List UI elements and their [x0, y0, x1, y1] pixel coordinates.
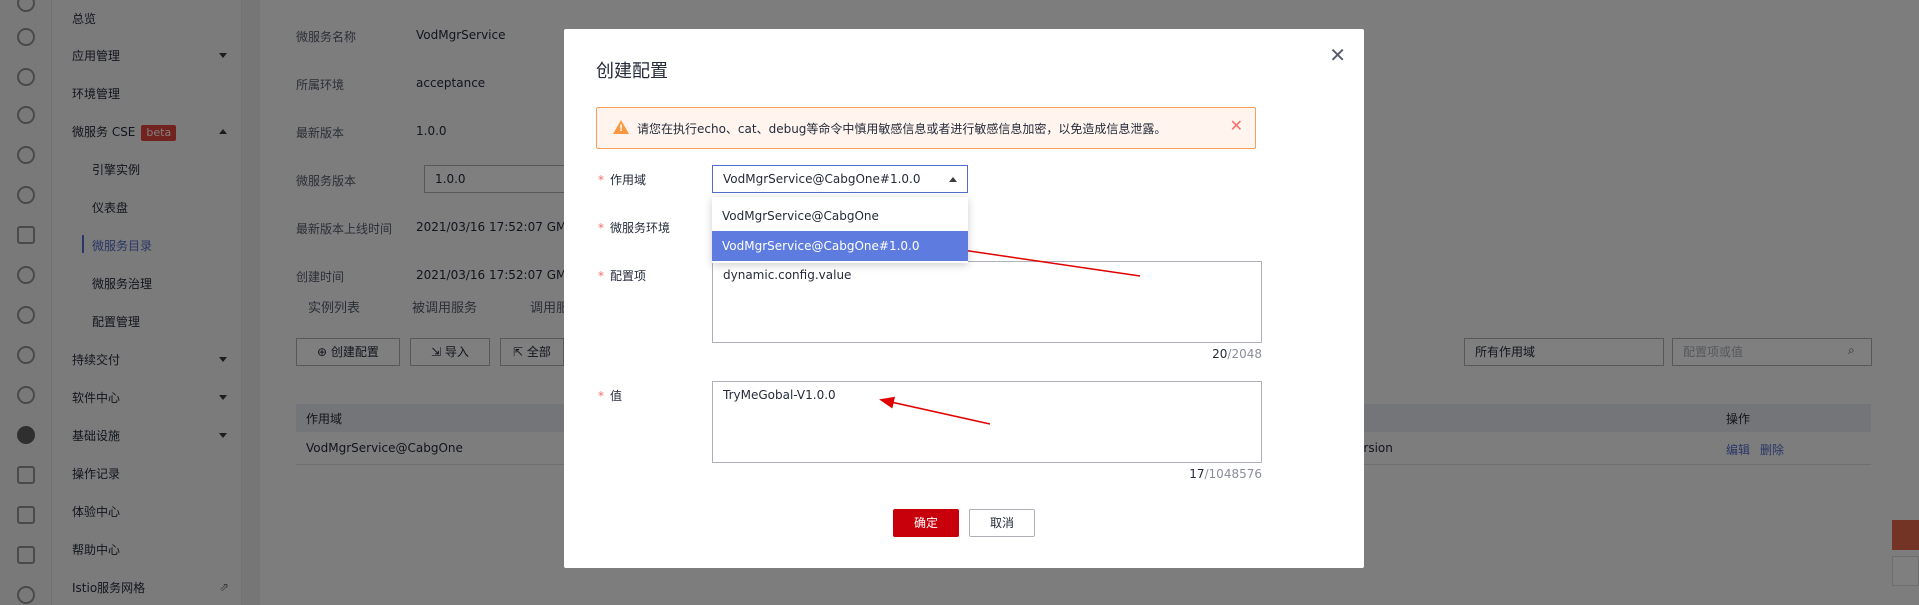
scope-select-value: VodMgrService@CabgOne#1.0.0 — [723, 172, 921, 186]
warning-icon-mark: ! — [619, 124, 624, 134]
cancel-button[interactable]: 取消 — [969, 509, 1035, 537]
confirm-button[interactable]: 确定 — [893, 509, 959, 537]
config-key-textarea[interactable]: dynamic.config.value — [712, 261, 1262, 343]
env-field-label: * 微服务环境 — [598, 219, 670, 236]
key-label-text: 配置项 — [610, 269, 647, 283]
dialog-title: 创建配置 — [596, 61, 668, 82]
key-max: /2048 — [1227, 347, 1262, 361]
alert-close-icon[interactable]: ✕ — [1230, 116, 1243, 135]
required-mark: * — [598, 221, 604, 235]
scope-dropdown-list: VodMgrService@CabgOne VodMgrService@Cabg… — [712, 197, 968, 263]
chevron-up-icon — [949, 177, 957, 182]
warning-text: 请您在执行echo、cat、debug等命令中慎用敏感信息或者进行敏感信息加密，… — [637, 122, 1167, 136]
scope-option-selected[interactable]: VodMgrService@CabgOne#1.0.0 — [712, 231, 968, 261]
value-field-label: * 值 — [598, 387, 622, 404]
value-label-text: 值 — [610, 389, 623, 403]
scope-label-text: 作用域 — [610, 173, 647, 187]
key-count: 20 — [1212, 347, 1228, 361]
warning-alert: ! 请您在执行echo、cat、debug等命令中慎用敏感信息或者进行敏感信息加… — [596, 107, 1256, 149]
required-mark: * — [598, 389, 604, 403]
scope-field-label: * 作用域 — [598, 171, 646, 188]
env-label-text: 微服务环境 — [610, 221, 671, 235]
scope-select[interactable]: VodMgrService@CabgOne#1.0.0 — [712, 165, 968, 193]
config-value-textarea[interactable]: TryMeGobal-V1.0.0 — [712, 381, 1262, 463]
required-mark: * — [598, 269, 604, 283]
scope-option[interactable]: VodMgrService@CabgOne — [712, 201, 968, 231]
close-icon[interactable]: ✕ — [1329, 43, 1346, 67]
value-count: 17 — [1189, 467, 1205, 481]
create-config-dialog: 创建配置 ✕ ! 请您在执行echo、cat、debug等命令中慎用敏感信息或者… — [564, 29, 1364, 568]
key-char-counter: 20/2048 — [1212, 347, 1262, 361]
key-field-label: * 配置项 — [598, 267, 646, 284]
value-max: /1048576 — [1204, 467, 1263, 481]
required-mark: * — [598, 173, 604, 187]
value-char-counter: 17/1048576 — [1189, 467, 1262, 481]
